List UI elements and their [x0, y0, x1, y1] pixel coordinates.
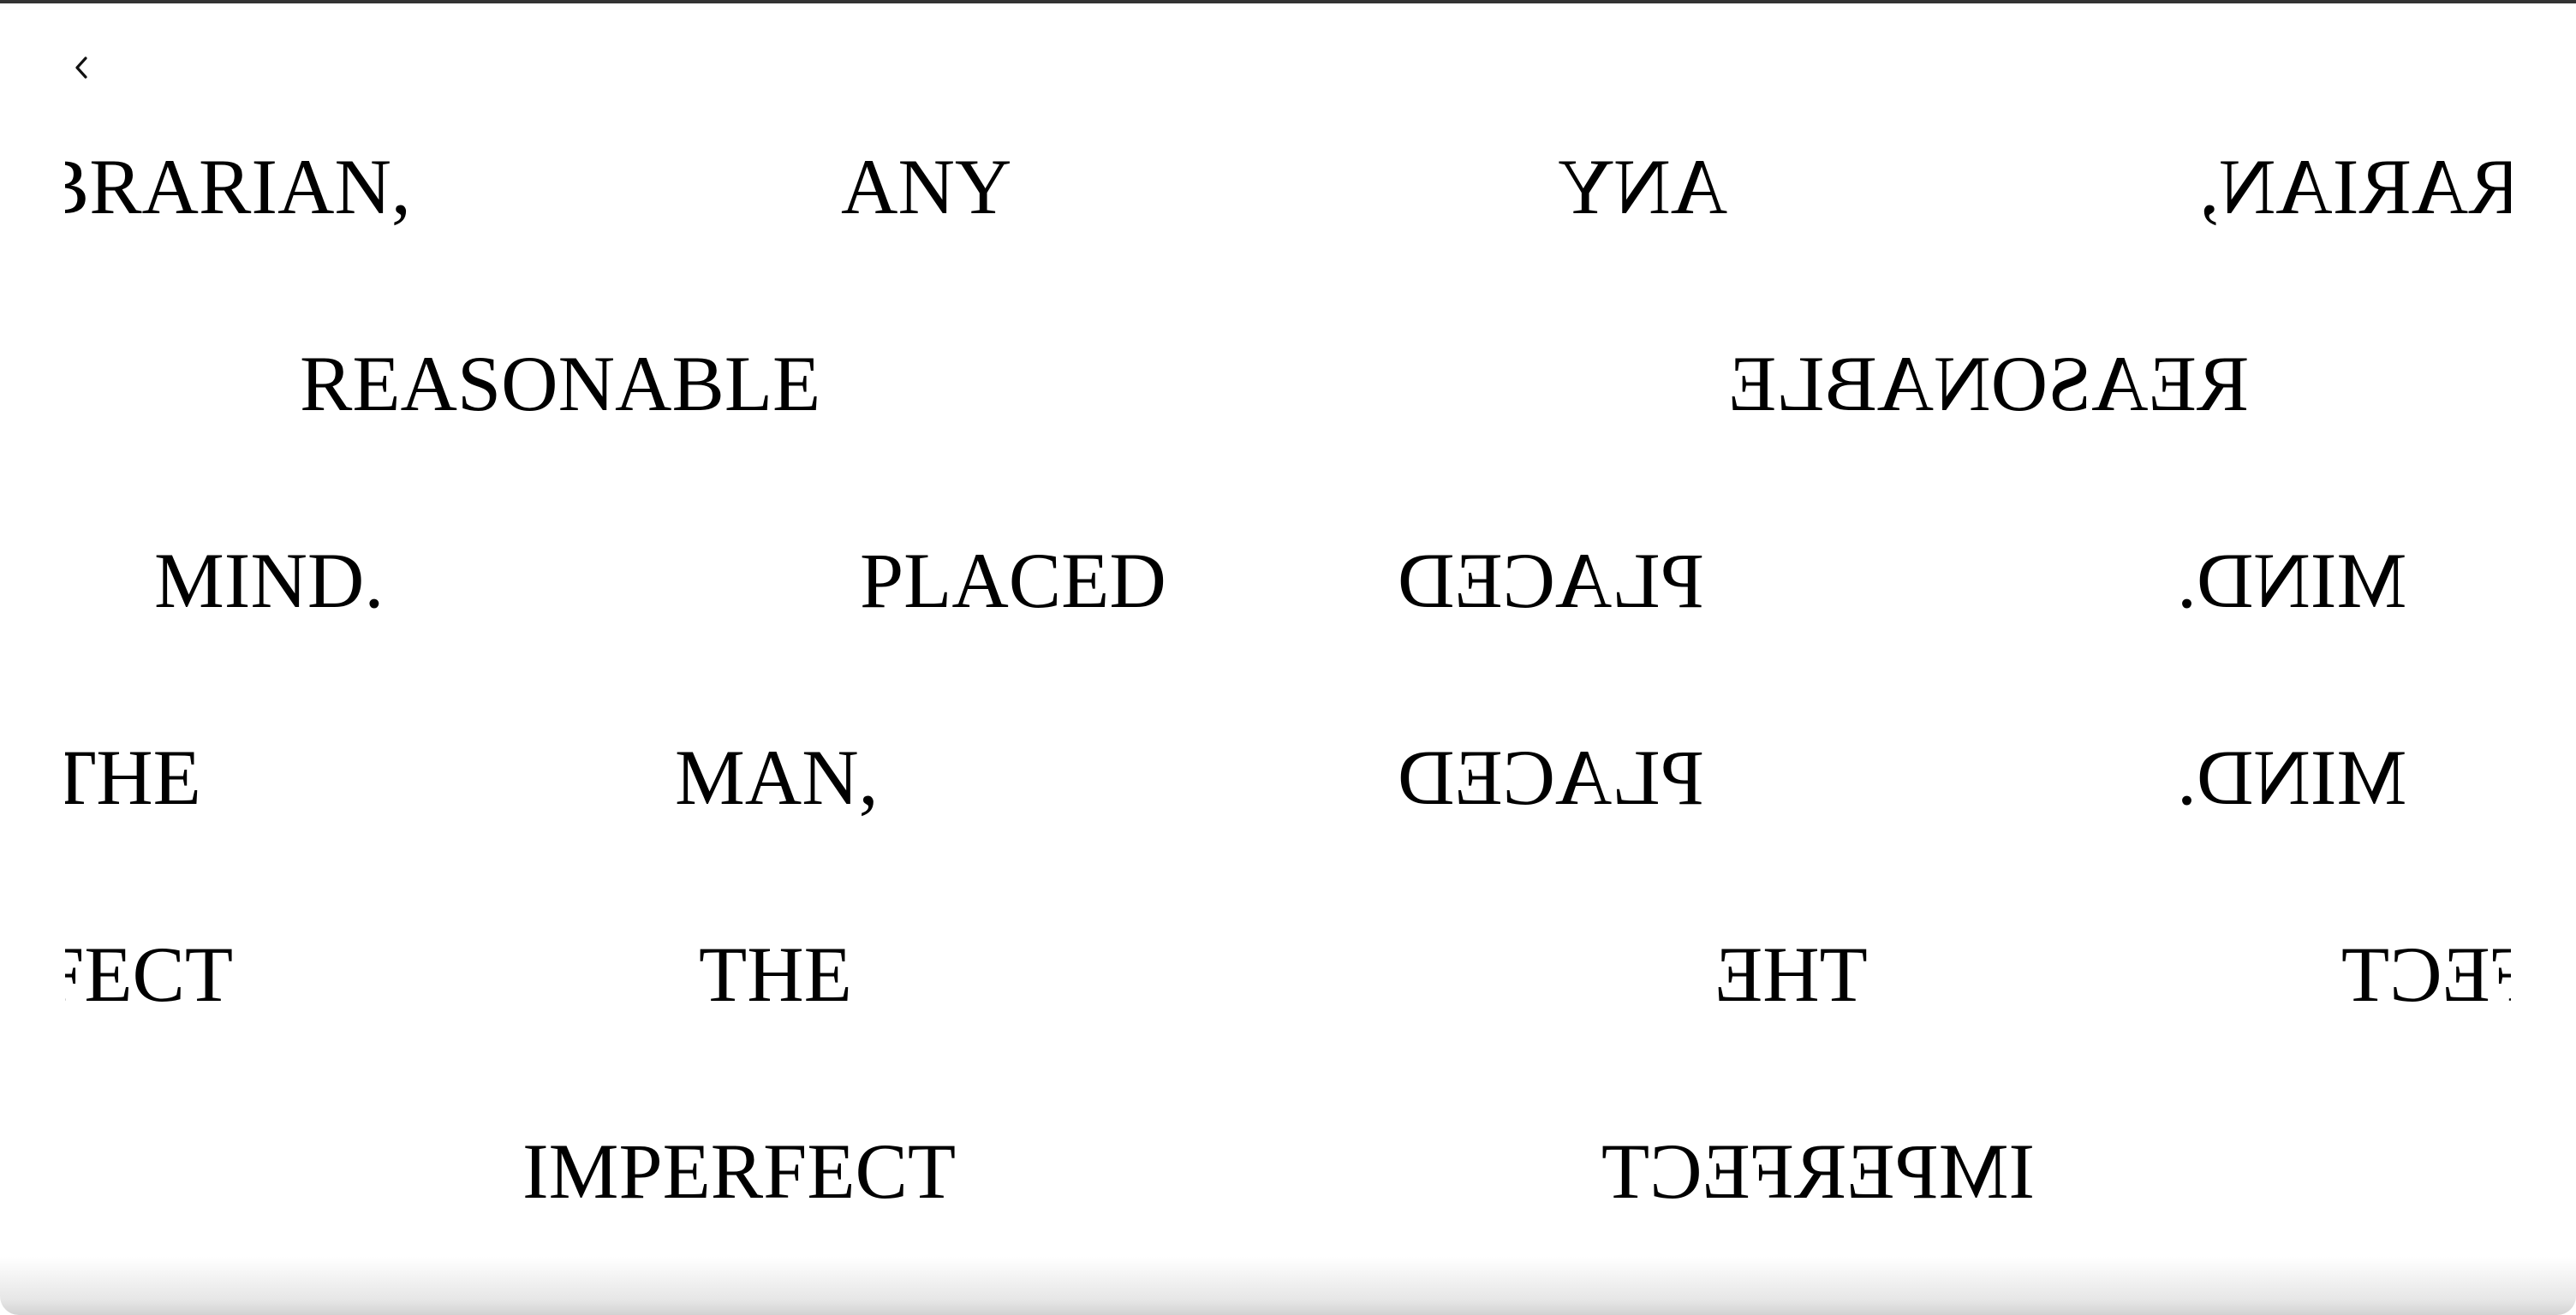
word-left-0-0: LIBRARIAN, [65, 143, 411, 230]
word-right-3-0: PLACED [1398, 734, 1704, 821]
word-right-2-0: PLACED [1398, 537, 1704, 624]
window-bottom-edge [0, 1257, 2576, 1315]
word-left-0-1: ANY [841, 143, 1012, 230]
mirrored-word-display: LIBRARIAN, ANY ANY LIBRARIAN, REASONABLE… [65, 103, 2511, 1250]
word-left-1-0: REASONABLE [300, 340, 821, 427]
word-left-3-0: THE [65, 734, 201, 821]
word-right-1-0: REASONABLE [1728, 340, 2250, 427]
chevron-left-icon [75, 57, 87, 79]
word-right-2-1: MIND. [2177, 537, 2407, 624]
back-button[interactable] [67, 50, 96, 86]
word-left-4-1: THE [699, 931, 852, 1018]
word-right-0-1: LIBRARIAN, [2199, 143, 2511, 230]
word-right-0-0: ANY [1557, 143, 1728, 230]
word-left-5-0: IMPERFECT [522, 1128, 957, 1215]
word-right-4-0: THE [1714, 931, 1868, 1018]
word-left-4-0: IMPERFECT [65, 931, 234, 1018]
window-top-border [0, 0, 2576, 3]
word-right-3-1: MIND. [2177, 734, 2407, 821]
word-right-5-0: IMPERFECT [1601, 1128, 2036, 1215]
word-left-2-0: MIND. [154, 537, 385, 624]
word-left-3-1: MAN, [675, 734, 879, 821]
word-right-4-1: IMPERFECT [2341, 931, 2511, 1018]
word-left-2-1: PLACED [860, 537, 1166, 624]
